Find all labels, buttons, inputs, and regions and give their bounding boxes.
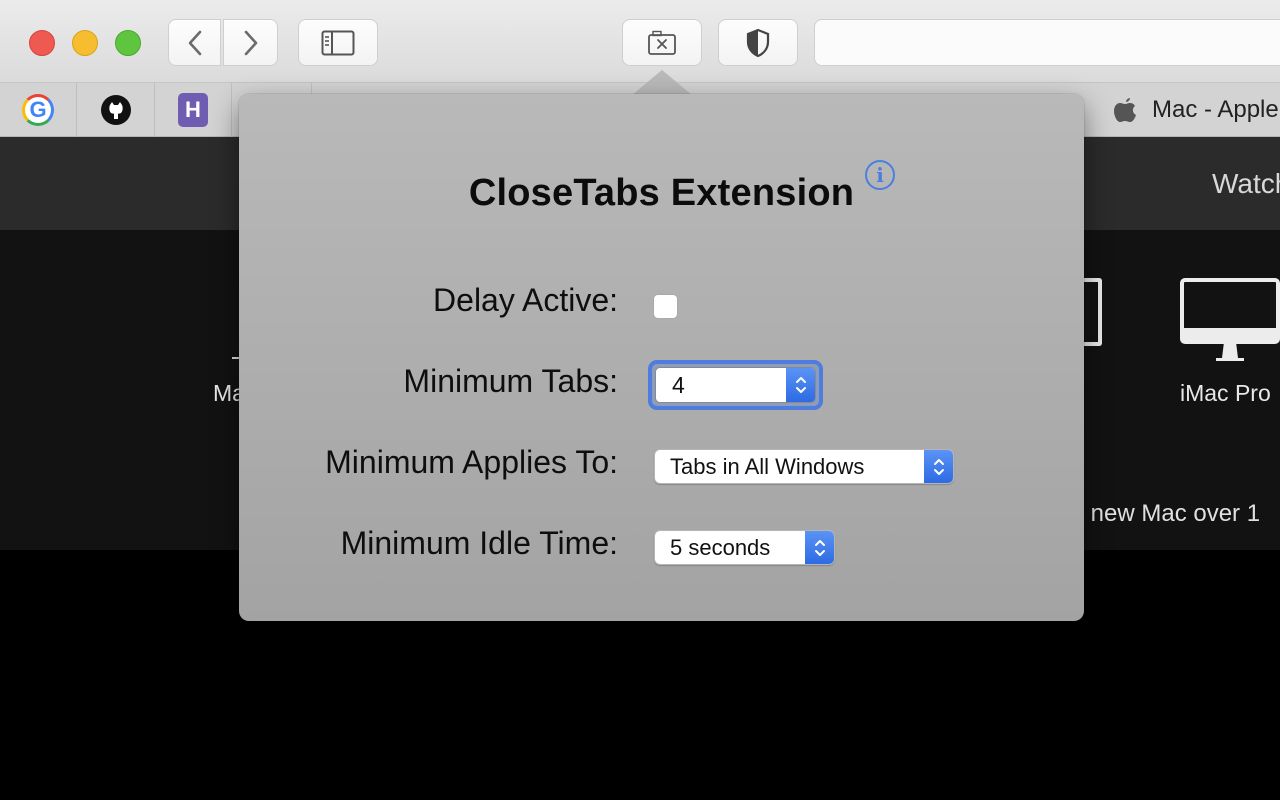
minimum-applies-to-label: Minimum Applies To: (325, 444, 618, 480)
imac-pro-icon[interactable] (1180, 278, 1280, 364)
delay-active-checkbox[interactable] (653, 294, 678, 319)
favorite-heroku[interactable]: H (155, 83, 232, 137)
favorite-google[interactable]: G (0, 83, 77, 137)
stepper-arrows[interactable] (786, 368, 815, 402)
minimum-idle-time-label: Minimum Idle Time: (340, 525, 618, 561)
select-arrows[interactable] (805, 531, 834, 564)
minimum-tabs-focus-ring: 4 (648, 360, 823, 410)
promo-text: r new Mac over 1 (1076, 500, 1261, 527)
up-down-arrows-icon (814, 539, 825, 556)
forward-button[interactable] (223, 19, 278, 66)
closetabs-popover: CloseTabs Extension i Delay Active: Mini… (239, 94, 1084, 621)
tab-mac-apple[interactable]: Mac - Apple (1100, 83, 1280, 137)
minimum-idle-time-value: 5 seconds (670, 535, 771, 560)
minimum-tabs-value[interactable]: 4 (672, 372, 685, 399)
close-window-button[interactable] (29, 30, 55, 56)
privacy-shield-button[interactable] (718, 19, 798, 66)
close-tabs-icon (648, 30, 676, 55)
closetabs-extension-button[interactable] (622, 19, 702, 66)
apple-logo-icon (1114, 98, 1136, 122)
heroku-icon: H (178, 93, 208, 127)
chevron-right-icon (244, 30, 257, 55)
delay-active-label: Delay Active: (433, 282, 618, 318)
shield-icon (746, 28, 770, 57)
address-bar[interactable] (814, 19, 1280, 66)
zoom-window-button[interactable] (115, 30, 141, 56)
popover-arrow (632, 70, 692, 95)
minimum-tabs-stepper[interactable]: 4 (655, 367, 816, 403)
back-button[interactable] (168, 19, 221, 66)
chevron-left-icon (188, 30, 201, 55)
github-icon (101, 95, 131, 125)
popover-title: CloseTabs Extension (468, 172, 855, 214)
minimum-tabs-label: Minimum Tabs: (403, 363, 618, 399)
minimum-applies-to-select[interactable]: Tabs in All Windows (654, 449, 954, 484)
favorite-github[interactable] (78, 83, 155, 137)
up-down-arrows-icon (795, 377, 806, 393)
minimum-applies-to-value: Tabs in All Windows (670, 454, 865, 479)
sidebar-toggle-button[interactable] (298, 19, 378, 66)
up-down-arrows-icon (933, 458, 944, 475)
minimize-window-button[interactable] (72, 30, 98, 56)
minimum-idle-time-select[interactable]: 5 seconds (654, 530, 835, 565)
nav-item-watch[interactable]: Watch (1212, 168, 1280, 200)
info-icon[interactable]: i (865, 160, 895, 190)
product-label-imac-pro[interactable]: iMac Pro (1180, 380, 1271, 407)
tab-title: Mac - Apple (1152, 96, 1279, 123)
select-arrows[interactable] (924, 450, 953, 483)
sidebar-icon (321, 30, 355, 55)
google-icon: G (22, 94, 54, 126)
